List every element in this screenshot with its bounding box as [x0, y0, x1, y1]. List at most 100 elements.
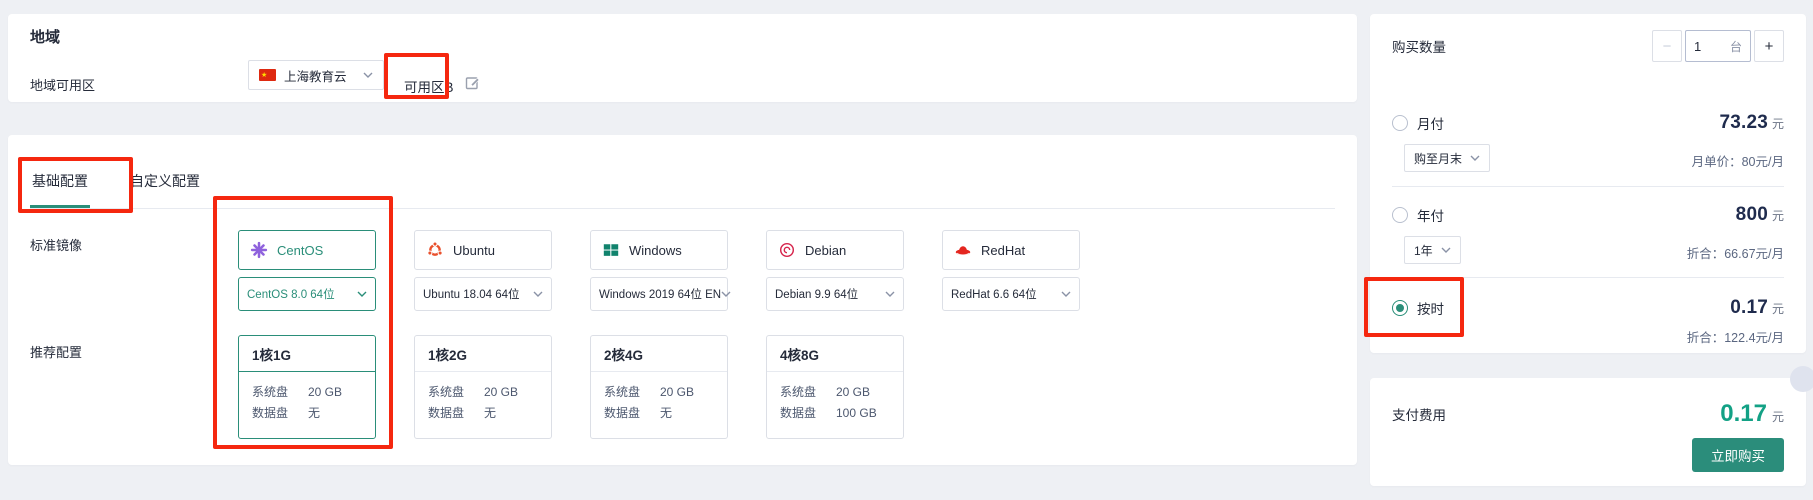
disk-label: 系统盘: [780, 382, 836, 403]
chevron-down-icon: [1441, 247, 1451, 253]
price-value: 0.17: [1730, 297, 1768, 319]
image-version-select-debian[interactable]: Debian 9.9 64位: [766, 277, 904, 311]
spec-card-1c1g[interactable]: 1核1G 系统盘20 GB 数据盘无: [238, 335, 376, 439]
disk-label: 数据盘: [604, 403, 660, 424]
quantity-stepper: − 台 +: [1652, 30, 1784, 62]
image-option-debian[interactable]: Debian: [766, 230, 904, 270]
image-version-value: RedHat 6.6 64位: [951, 286, 1037, 302]
chevron-down-icon: [357, 291, 367, 297]
disk-label: 数据盘: [252, 403, 308, 424]
quantity-minus-button[interactable]: −: [1652, 30, 1682, 62]
disk-value: 100 GB: [836, 403, 877, 424]
image-version-value: CentOS 8.0 64位: [247, 286, 335, 302]
image-name: Ubuntu: [453, 243, 495, 258]
plan-note-yearly: 折合：66.67元/月: [1687, 243, 1784, 262]
radio-monthly[interactable]: [1392, 115, 1408, 131]
chevron-down-icon: [1061, 291, 1071, 297]
disk-label: 数据盘: [780, 403, 836, 424]
centos-icon: [250, 241, 268, 259]
divider: [1392, 277, 1784, 278]
plan-price-monthly: 73.23 元: [1719, 112, 1784, 134]
chevron-down-icon: [533, 291, 543, 297]
disk-label: 系统盘: [252, 382, 308, 403]
image-option-windows[interactable]: Windows: [590, 230, 728, 270]
plan-note-monthly: 月单价：80元/月: [1692, 151, 1784, 170]
redhat-icon: [954, 241, 972, 259]
china-flag-icon: ★: [259, 69, 276, 81]
image-version-select-centos[interactable]: CentOS 8.0 64位: [238, 277, 376, 311]
chevron-down-icon: [885, 291, 895, 297]
edit-icon[interactable]: [465, 75, 480, 90]
plan-row-yearly: 年付 800 元: [1392, 204, 1784, 226]
image-card-ubuntu: Ubuntu Ubuntu 18.04 64位: [414, 230, 552, 311]
disk-value: 20 GB: [660, 382, 694, 403]
region-select-value: 上海教育云: [284, 66, 347, 85]
plan-price-yearly: 800 元: [1736, 204, 1784, 226]
quantity-plus-button[interactable]: +: [1754, 30, 1784, 62]
image-version-select-windows[interactable]: Windows 2019 64位 EN: [590, 277, 728, 311]
payment-price-value: 0.17: [1720, 400, 1767, 428]
region-select[interactable]: ★ 上海教育云: [248, 60, 384, 90]
spec-card-1c2g[interactable]: 1核2G 系统盘20 GB 数据盘无: [414, 335, 552, 439]
radio-yearly[interactable]: [1392, 207, 1408, 223]
radio-hourly[interactable]: [1392, 300, 1408, 316]
image-card-debian: Debian Debian 9.9 64位: [766, 230, 904, 311]
purchase-panel: 购买数量 − 台 + 月付 73.23 元 购至月末: [1370, 14, 1806, 353]
zone-value[interactable]: 可用区B: [404, 76, 454, 96]
image-name: RedHat: [981, 243, 1025, 258]
quantity-input-box: 台: [1685, 30, 1751, 62]
term-select-monthly[interactable]: 购至月末: [1404, 144, 1490, 172]
currency-unit: 元: [1772, 207, 1784, 224]
image-name: Debian: [805, 243, 846, 258]
image-option-redhat[interactable]: RedHat: [942, 230, 1080, 270]
floating-circle-widget[interactable]: [1790, 366, 1813, 392]
disk-value: 20 GB: [484, 382, 518, 403]
recommended-spec-label: 推荐配置: [30, 342, 82, 361]
image-version-select-ubuntu[interactable]: Ubuntu 18.04 64位: [414, 277, 552, 311]
disk-label: 数据盘: [428, 403, 484, 424]
currency-unit: 元: [1772, 408, 1784, 425]
quantity-unit: 台: [1730, 38, 1742, 55]
image-option-centos[interactable]: CentOS: [238, 230, 376, 270]
quantity-input[interactable]: [1694, 39, 1720, 54]
payment-price: 0.17 元: [1720, 400, 1784, 428]
term-select-yearly[interactable]: 1年: [1404, 236, 1461, 264]
disk-value: 20 GB: [836, 382, 870, 403]
image-card-redhat: RedHat RedHat 6.6 64位: [942, 230, 1080, 311]
image-option-ubuntu[interactable]: Ubuntu: [414, 230, 552, 270]
plan-note-hourly: 折合：122.4元/月: [1687, 327, 1784, 346]
payment-panel: 支付费用 0.17 元 立即购买: [1370, 378, 1806, 486]
spec-card-2c4g[interactable]: 2核4G 系统盘20 GB 数据盘无: [590, 335, 728, 439]
image-name: Windows: [629, 243, 682, 258]
image-version-value: Debian 9.9 64位: [775, 286, 858, 302]
spec-options-row: 1核1G 系统盘20 GB 数据盘无 1核2G 系统盘20 GB 数据盘无 2核…: [238, 335, 904, 439]
region-zone-label: 地域可用区: [30, 75, 95, 94]
image-card-centos: CentOS CentOS 8.0 64位: [238, 230, 376, 311]
chevron-down-icon: [363, 72, 373, 78]
spec-card-4c8g[interactable]: 4核8G 系统盘20 GB 数据盘100 GB: [766, 335, 904, 439]
image-card-windows: Windows Windows 2019 64位 EN: [590, 230, 728, 311]
image-version-value: Ubuntu 18.04 64位: [423, 286, 520, 302]
currency-unit: 元: [1772, 115, 1784, 132]
disk-value: 无: [484, 403, 496, 424]
payment-row: 支付费用 0.17 元: [1392, 400, 1784, 428]
image-options-row: CentOS CentOS 8.0 64位: [238, 230, 1080, 311]
spec-name: 1核2G: [415, 336, 551, 372]
disk-value: 20 GB: [308, 382, 342, 403]
standard-image-label: 标准镜像: [30, 235, 82, 254]
region-section: 地域 地域可用区 ★ 上海教育云 可用区B: [8, 14, 1357, 102]
chevron-down-icon: [1470, 155, 1480, 161]
disk-value: 无: [308, 403, 320, 424]
buy-now-button[interactable]: 立即购买: [1692, 438, 1784, 472]
spec-name: 4核8G: [767, 336, 903, 372]
tab-basic-config[interactable]: 基础配置: [30, 159, 90, 208]
image-version-select-redhat[interactable]: RedHat 6.6 64位: [942, 277, 1080, 311]
tab-custom-config[interactable]: 自定义配置: [128, 159, 202, 208]
term-value: 1年: [1414, 242, 1433, 259]
debian-icon: [778, 241, 796, 259]
spec-name: 1核1G: [239, 336, 375, 372]
spec-details: 系统盘20 GB 数据盘无: [591, 372, 727, 424]
windows-icon: [602, 241, 620, 259]
plan-row-monthly: 月付 73.23 元: [1392, 112, 1784, 134]
region-title: 地域: [30, 26, 60, 47]
